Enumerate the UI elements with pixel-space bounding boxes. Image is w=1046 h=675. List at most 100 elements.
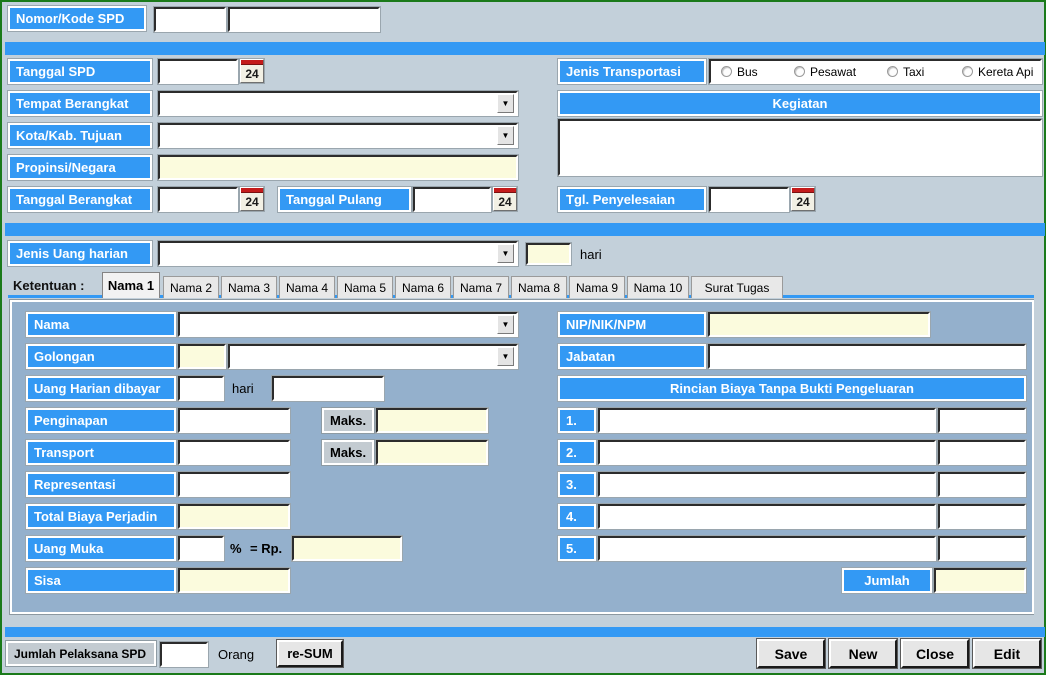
tanggal-spd-input[interactable]: [157, 58, 239, 85]
tab-nama-8[interactable]: Nama 8: [511, 276, 567, 298]
radio-option-pesawat[interactable]: Pesawat: [794, 65, 887, 79]
jumlah-pelaksana-spd-input[interactable]: [159, 641, 209, 668]
radio-option-taxi[interactable]: Taxi: [887, 65, 962, 79]
tanggal-pulang-input[interactable]: [412, 186, 492, 213]
kegiatan-textarea[interactable]: [557, 118, 1043, 177]
calendar-icon-day: 24: [792, 193, 814, 210]
sisa-output: [177, 567, 291, 594]
jumlah-output: [933, 567, 1027, 594]
propinsi-negara-label: Propinsi/Negara: [7, 154, 153, 181]
rincian-row-amount-input[interactable]: [937, 535, 1027, 562]
tgl-penyelesaian-input[interactable]: [708, 186, 790, 213]
nip-nik-npm-input[interactable]: [707, 311, 931, 338]
calendar-icon-day: 24: [241, 193, 263, 210]
close-button[interactable]: Close: [900, 638, 970, 669]
penginapan-input[interactable]: [177, 407, 291, 434]
rincian-row-amount-input[interactable]: [937, 407, 1027, 434]
new-button[interactable]: New: [828, 638, 898, 669]
rincian-row-desc-input[interactable]: [597, 535, 937, 562]
tab-bar: Ketentuan : Nama 1 Nama 2 Nama 3 Nama 4 …: [8, 272, 1042, 298]
representasi-input[interactable]: [177, 471, 291, 498]
calendar-icon-tgl-penyelesaian[interactable]: 24: [790, 186, 816, 212]
rincian-row-desc-input[interactable]: [597, 503, 937, 530]
section-divider-bottom: [5, 627, 1045, 637]
rincian-row-number: 4.: [557, 503, 597, 530]
uang-harian-dibayar-unit: hari: [232, 381, 254, 396]
radio-option-kereta-api[interactable]: Kereta Api: [962, 65, 1033, 79]
tgl-penyelesaian-label: Tgl. Penyelesaian: [557, 186, 707, 213]
chevron-down-icon[interactable]: ▼: [497, 315, 514, 334]
chevron-down-icon[interactable]: ▼: [497, 126, 514, 145]
rincian-row-number: 2.: [557, 439, 597, 466]
tab-nama-4[interactable]: Nama 4: [279, 276, 335, 298]
save-button[interactable]: Save: [756, 638, 826, 669]
tempat-berangkat-label: Tempat Berangkat: [7, 90, 153, 117]
uang-muka-percent-input[interactable]: [177, 535, 225, 562]
calendar-icon-tanggal-pulang[interactable]: 24: [492, 186, 518, 212]
jumlah-label: Jumlah: [841, 567, 933, 594]
tanggal-berangkat-input[interactable]: [157, 186, 239, 213]
transport-label: Transport: [25, 439, 177, 466]
jenis-uang-harian-select[interactable]: ▼: [157, 240, 519, 267]
tab-nama-6[interactable]: Nama 6: [395, 276, 451, 298]
nama-select[interactable]: ▼: [177, 311, 519, 338]
nama-label: Nama: [25, 311, 177, 338]
rincian-row-desc-input[interactable]: [597, 471, 937, 498]
tab-nama-7[interactable]: Nama 7: [453, 276, 509, 298]
rincian-row-desc-input[interactable]: [597, 439, 937, 466]
jenis-uang-harian-label: Jenis Uang harian: [7, 240, 153, 267]
tab-nama-10[interactable]: Nama 10: [627, 276, 689, 298]
calendar-icon-day: 24: [494, 193, 516, 210]
uang-muka-label: Uang Muka: [25, 535, 177, 562]
footer-toolbar: Jumlah Pelaksana SPD Orang re-SUM Save N…: [2, 638, 1046, 675]
nomor-kode-spd-label: Nomor/Kode SPD: [7, 5, 147, 32]
radio-circle-icon[interactable]: [794, 66, 805, 77]
radio-circle-icon[interactable]: [887, 66, 898, 77]
radio-option-bus[interactable]: Bus: [721, 65, 794, 79]
section-divider-top: [5, 42, 1045, 55]
sisa-label: Sisa: [25, 567, 177, 594]
uang-harian-dibayar-days-input[interactable]: [177, 375, 225, 402]
jenis-transportasi-radio-group: Bus Pesawat Taxi Kereta Api: [708, 58, 1043, 85]
tab-nama-2[interactable]: Nama 2: [163, 276, 219, 298]
rincian-row-desc-input[interactable]: [597, 407, 937, 434]
chevron-down-icon[interactable]: ▼: [497, 94, 514, 113]
nomor-spd-input[interactable]: [153, 6, 227, 33]
transport-maks-output: [375, 439, 489, 466]
transport-input[interactable]: [177, 439, 291, 466]
spd-form-window: Nomor/Kode SPD Tanggal SPD 24 Tempat Ber…: [2, 2, 1046, 675]
radio-circle-icon[interactable]: [721, 66, 732, 77]
jenis-uang-harian-row: Jenis Uang harian ▼ hari: [7, 240, 708, 267]
kota-tujuan-select[interactable]: ▼: [157, 122, 519, 149]
rincian-row-amount-input[interactable]: [937, 503, 1027, 530]
tab-nama-1[interactable]: Nama 1: [102, 272, 160, 298]
uang-harian-days-unit: hari: [580, 246, 602, 262]
total-biaya-perjadin-label: Total Biaya Perjadin: [25, 503, 177, 530]
rincian-row-amount-input[interactable]: [937, 471, 1027, 498]
rincian-row-amount-input[interactable]: [937, 439, 1027, 466]
tempat-berangkat-select[interactable]: ▼: [157, 90, 519, 117]
golongan-select[interactable]: ▼: [227, 343, 519, 370]
chevron-down-icon[interactable]: ▼: [497, 347, 514, 366]
chevron-down-icon[interactable]: ▼: [497, 244, 514, 263]
kode-spd-input[interactable]: [227, 6, 381, 33]
re-sum-button[interactable]: re-SUM: [276, 639, 344, 668]
uang-harian-dibayar-amount-input[interactable]: [271, 375, 385, 402]
calendar-icon-tanggal-spd[interactable]: 24: [239, 58, 265, 84]
trip-details-group: Tanggal SPD 24 Tempat Berangkat ▼ Kota/K…: [7, 58, 528, 213]
radio-circle-icon[interactable]: [962, 66, 973, 77]
jabatan-input[interactable]: [707, 343, 1027, 370]
tab-nama-5[interactable]: Nama 5: [337, 276, 393, 298]
calendar-icon-day: 24: [241, 65, 263, 82]
propinsi-negara-output: [157, 154, 519, 181]
ketentuan-label: Ketentuan :: [13, 278, 85, 293]
edit-button[interactable]: Edit: [972, 638, 1042, 669]
calendar-icon-tanggal-berangkat[interactable]: 24: [239, 186, 265, 212]
uang-harian-dibayar-label: Uang Harian dibayar: [25, 375, 177, 402]
rincian-biaya-title: Rincian Biaya Tanpa Bukti Pengeluaran: [557, 375, 1027, 402]
representasi-label: Representasi: [25, 471, 177, 498]
tab-surat-tugas[interactable]: Surat Tugas: [691, 276, 783, 298]
tab-nama-3[interactable]: Nama 3: [221, 276, 277, 298]
nip-nik-npm-label: NIP/NIK/NPM: [557, 311, 707, 338]
tab-nama-9[interactable]: Nama 9: [569, 276, 625, 298]
